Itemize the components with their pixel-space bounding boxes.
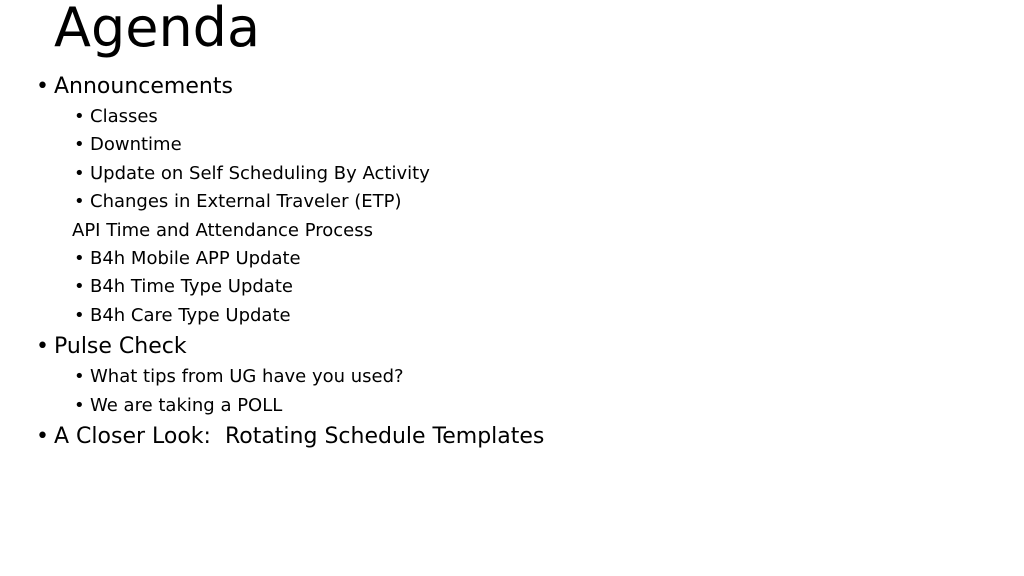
bullet-item-level-2: • Classes <box>0 103 1024 131</box>
bullet-point-icon: • <box>74 247 85 269</box>
bullet-item-level-2: • B4h Care Type Update <box>0 302 1024 330</box>
bullet-point-icon: • <box>74 191 85 213</box>
bullet-item-text: Update on Self Scheduling By Activity <box>90 162 430 184</box>
bullet-item-text: Classes <box>90 106 158 127</box>
bullet-item-level-1: • A Closer Look: Rotating Schedule Templa… <box>0 420 1024 453</box>
bullet-item-level-2: • Update on Self Scheduling By Activity <box>0 160 1024 188</box>
bullet-point-icon: • <box>74 162 85 184</box>
bullet-item-level-2: • Downtime <box>0 131 1024 159</box>
bullet-item-text: B4h Care Type Update <box>90 304 291 326</box>
bullet-point-icon: • <box>36 334 49 360</box>
bullet-item-level-2: • B4h Time Type Update <box>0 273 1024 301</box>
bullet-item-level-1: • Pulse Check <box>0 330 1024 363</box>
bullet-point-icon: • <box>74 394 85 416</box>
bullet-item-text: B4h Mobile APP Update <box>90 247 301 269</box>
bullet-item-text: We are taking a POLL <box>90 394 283 416</box>
slide-body-bullet-list: • Announcements • Classes • Downtime • Update o… <box>0 70 1024 453</box>
bullet-item-level-1: • Announcements <box>0 70 1024 103</box>
bullet-item-text: Pulse Check <box>54 334 187 360</box>
bullet-item-text: Changes in External Traveler (ETP) <box>90 191 402 213</box>
bullet-item-text: Announcements <box>54 74 233 99</box>
bullet-item-text: API Time and Attendance Process <box>72 219 373 241</box>
bullet-item-text: Downtime <box>90 134 182 156</box>
bullet-item-text: What tips from UG have you used? <box>90 366 404 388</box>
slide-title: Agenda <box>54 0 261 59</box>
bullet-item-text: B4h Time Type Update <box>90 276 293 298</box>
bullet-point-icon: • <box>74 106 85 127</box>
bullet-point-icon: • <box>36 74 49 99</box>
bullet-point-icon: • <box>36 423 49 449</box>
bullet-item-level-2: • Changes in External Traveler (ETP) <box>0 188 1024 216</box>
bullet-point-icon: • <box>74 276 85 298</box>
bullet-item-level-2: • B4h Mobile APP Update <box>0 245 1024 273</box>
bullet-item-level-2: • What tips from UG have you used? <box>0 363 1024 391</box>
bullet-point-icon: • <box>74 134 85 156</box>
bullet-item-level-2: • We are taking a POLL <box>0 392 1024 420</box>
bullet-point-icon: • <box>74 304 85 326</box>
presentation-slide: Agenda • Announcements • Classes • Downtime • U… <box>0 0 1024 576</box>
bullet-item-text: A Closer Look: Rotating Schedule Templat… <box>54 423 545 449</box>
bullet-point-icon: • <box>74 366 85 388</box>
bullet-item-level-2: API Time and Attendance Process <box>0 217 1024 245</box>
